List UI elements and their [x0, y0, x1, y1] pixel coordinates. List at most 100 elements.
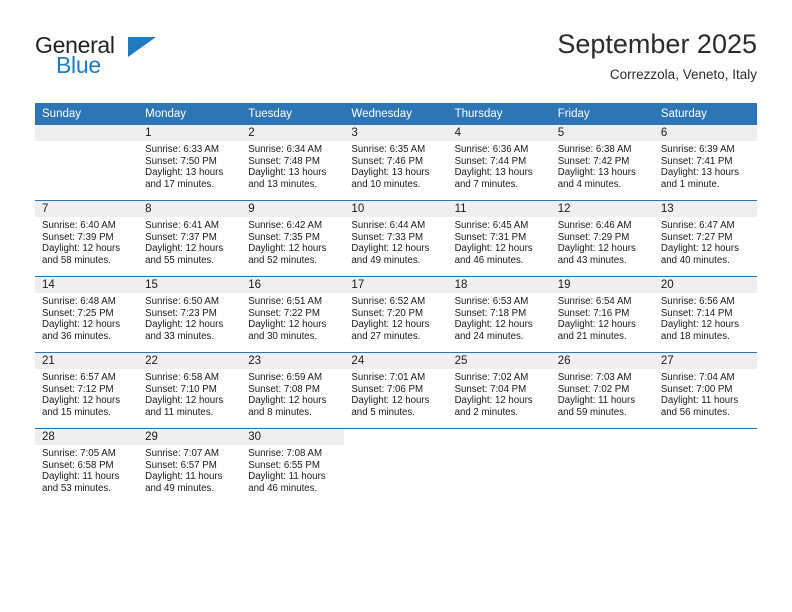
day-cell-content: 4 Sunrise: 6:36 AM Sunset: 7:44 PM Daylight…: [447, 125, 551, 200]
page-header: General Blue September 2025 Correzzola, …: [0, 0, 792, 100]
sunrise-text: Sunrise: 6:35 AM: [351, 144, 426, 155]
day-cell-content: [551, 429, 654, 504]
calendar-day-cell[interactable]: 22 Sunrise: 6:58 AM Sunset: 7:10 PM Dayligh…: [138, 352, 242, 429]
day-number: 8: [138, 201, 242, 217]
daylight-text: Daylight: 11 hours and 59 minutes.: [557, 395, 636, 418]
day-cell-content: 9 Sunrise: 6:42 AM Sunset: 7:35 PM Daylight…: [241, 201, 345, 276]
day-details: Sunrise: 6:44 AM Sunset: 7:33 PM Daylight:…: [344, 217, 447, 266]
calendar-day-cell[interactable]: 8 Sunrise: 6:41 AM Sunset: 7:37 PM Daylight…: [138, 200, 242, 277]
sunrise-text: Sunrise: 7:07 AM: [145, 448, 219, 459]
day-cell-content: 20 Sunrise: 6:56 AM Sunset: 7:14 PM Dayligh…: [653, 277, 757, 352]
calendar-day-cell[interactable]: 26 Sunrise: 7:03 AM Sunset: 7:02 PM Dayligh…: [550, 352, 654, 429]
day-number: 12: [550, 201, 654, 217]
weekday-header-thursday: Thursday: [447, 103, 551, 125]
calendar-empty-cell: [653, 428, 757, 504]
sunset-text: Sunset: 7:06 PM: [351, 383, 424, 395]
sunset-text: Sunset: 7:18 PM: [454, 307, 527, 319]
day-cell-content: 27 Sunrise: 7:04 AM Sunset: 7:00 PM Dayligh…: [653, 353, 757, 428]
sunset-text: Sunset: 7:22 PM: [248, 307, 320, 319]
sunrise-text: Sunrise: 6:56 AM: [660, 296, 735, 307]
sunrise-text: Sunrise: 7:08 AM: [248, 448, 323, 459]
calendar-day-cell[interactable]: 23 Sunrise: 6:59 AM Sunset: 7:08 PM Dayligh…: [241, 352, 345, 429]
sunset-text: Sunset: 7:00 PM: [660, 383, 733, 395]
calendar-day-cell[interactable]: 2 Sunrise: 6:34 AM Sunset: 7:48 PM Daylight…: [241, 125, 345, 201]
calendar-day-cell[interactable]: 18 Sunrise: 6:53 AM Sunset: 7:18 PM Dayligh…: [447, 276, 551, 353]
calendar-day-cell[interactable]: 20 Sunrise: 6:56 AM Sunset: 7:14 PM Dayligh…: [653, 276, 757, 353]
calendar-day-cell[interactable]: 29 Sunrise: 7:07 AM Sunset: 6:57 PM Dayligh…: [138, 428, 242, 504]
daylight-text: Daylight: 12 hours and 15 minutes.: [42, 395, 121, 418]
sunrise-text: Sunrise: 6:57 AM: [42, 372, 116, 383]
calendar-day-cell[interactable]: 24 Sunrise: 7:01 AM Sunset: 7:06 PM Dayligh…: [344, 352, 448, 429]
calendar-day-cell[interactable]: 7 Sunrise: 6:40 AM Sunset: 7:39 PM Daylight…: [35, 200, 139, 277]
calendar-day-cell[interactable]: 21 Sunrise: 6:57 AM Sunset: 7:12 PM Dayligh…: [35, 352, 139, 429]
calendar-day-cell[interactable]: 19 Sunrise: 6:54 AM Sunset: 7:16 PM Dayligh…: [550, 276, 654, 353]
sunrise-text: Sunrise: 6:46 AM: [557, 220, 632, 231]
day-number: 14: [35, 277, 139, 293]
day-number: 1: [138, 125, 242, 141]
day-details: Sunrise: 6:46 AM Sunset: 7:29 PM Daylight:…: [551, 217, 654, 266]
day-cell-content: 19 Sunrise: 6:54 AM Sunset: 7:16 PM Dayligh…: [550, 277, 654, 352]
calendar-day-cell[interactable]: 16 Sunrise: 6:51 AM Sunset: 7:22 PM Dayligh…: [241, 276, 345, 353]
daylight-text: Daylight: 13 hours and 17 minutes.: [145, 167, 224, 190]
day-details: Sunrise: 6:57 AM Sunset: 7:12 PM Daylight:…: [35, 369, 138, 418]
daylight-text: Daylight: 12 hours and 33 minutes.: [145, 319, 224, 342]
calendar-day-cell[interactable]: 15 Sunrise: 6:50 AM Sunset: 7:23 PM Dayligh…: [138, 276, 242, 353]
location-subtitle: Correzzola, Veneto, Italy: [609, 67, 757, 82]
daylight-text: Daylight: 12 hours and 58 minutes.: [42, 243, 121, 266]
logo-triangle-icon: [128, 37, 156, 57]
day-details: Sunrise: 6:48 AM Sunset: 7:25 PM Daylight:…: [35, 293, 138, 342]
daylight-text: Daylight: 12 hours and 52 minutes.: [248, 243, 327, 266]
weekday-header-monday: Monday: [138, 103, 242, 125]
day-number: 11: [447, 201, 551, 217]
sunrise-text: Sunrise: 7:01 AM: [351, 372, 426, 383]
sunset-text: Sunset: 6:55 PM: [248, 459, 320, 471]
sunset-text: Sunset: 7:37 PM: [145, 231, 217, 243]
calendar-day-cell[interactable]: 4 Sunrise: 6:36 AM Sunset: 7:44 PM Daylight…: [447, 125, 551, 201]
day-cell-content: 2 Sunrise: 6:34 AM Sunset: 7:48 PM Daylight…: [241, 125, 345, 200]
day-cell-content: 23 Sunrise: 6:59 AM Sunset: 7:08 PM Dayligh…: [241, 353, 345, 428]
calendar-day-cell[interactable]: 25 Sunrise: 7:02 AM Sunset: 7:04 PM Dayligh…: [447, 352, 551, 429]
day-cell-content: [654, 429, 757, 504]
daylight-text: Daylight: 12 hours and 5 minutes.: [351, 395, 430, 418]
day-details: Sunrise: 6:53 AM Sunset: 7:18 PM Daylight:…: [448, 293, 551, 342]
sunset-text: Sunset: 7:31 PM: [454, 231, 527, 243]
sunrise-text: Sunrise: 6:38 AM: [557, 144, 632, 155]
daylight-text: Daylight: 12 hours and 11 minutes.: [145, 395, 224, 418]
day-cell-content: 18 Sunrise: 6:53 AM Sunset: 7:18 PM Dayligh…: [447, 277, 551, 352]
daylight-text: Daylight: 13 hours and 7 minutes.: [454, 167, 533, 190]
day-number: 7: [35, 201, 139, 217]
general-blue-logo: General Blue: [35, 32, 165, 80]
logo-text-blue: Blue: [56, 52, 101, 78]
day-details: Sunrise: 7:07 AM Sunset: 6:57 PM Daylight:…: [138, 445, 241, 494]
day-cell-content: 21 Sunrise: 6:57 AM Sunset: 7:12 PM Dayligh…: [35, 353, 139, 428]
calendar-day-cell[interactable]: 14 Sunrise: 6:48 AM Sunset: 7:25 PM Dayligh…: [35, 276, 139, 353]
calendar-day-cell[interactable]: 10 Sunrise: 6:44 AM Sunset: 7:33 PM Dayligh…: [344, 200, 448, 277]
calendar-day-cell[interactable]: 28 Sunrise: 7:05 AM Sunset: 6:58 PM Dayligh…: [35, 428, 139, 504]
calendar-day-cell[interactable]: 3 Sunrise: 6:35 AM Sunset: 7:46 PM Daylight…: [344, 125, 448, 201]
sunrise-text: Sunrise: 6:42 AM: [248, 220, 323, 231]
daylight-text: Daylight: 12 hours and 36 minutes.: [42, 319, 121, 342]
sunrise-text: Sunrise: 6:40 AM: [42, 220, 116, 231]
calendar-empty-cell: [550, 428, 654, 504]
calendar-day-cell[interactable]: 1 Sunrise: 6:33 AM Sunset: 7:50 PM Daylight…: [138, 125, 242, 201]
calendar-day-cell[interactable]: 30 Sunrise: 7:08 AM Sunset: 6:55 PM Dayligh…: [241, 428, 345, 504]
calendar-day-cell[interactable]: 27 Sunrise: 7:04 AM Sunset: 7:00 PM Dayligh…: [653, 352, 757, 429]
calendar-day-cell[interactable]: 5 Sunrise: 6:38 AM Sunset: 7:42 PM Daylight…: [550, 125, 654, 201]
weekday-header-tuesday: Tuesday: [241, 103, 345, 125]
sunrise-text: Sunrise: 6:41 AM: [145, 220, 219, 231]
sunset-text: Sunset: 7:46 PM: [351, 155, 424, 167]
day-cell-content: 14 Sunrise: 6:48 AM Sunset: 7:25 PM Dayligh…: [35, 277, 139, 352]
day-details: Sunrise: 6:35 AM Sunset: 7:46 PM Daylight:…: [344, 141, 447, 190]
calendar-day-cell[interactable]: 13 Sunrise: 6:47 AM Sunset: 7:27 PM Dayligh…: [653, 200, 757, 277]
day-details: Sunrise: 6:59 AM Sunset: 7:08 PM Daylight:…: [241, 369, 344, 418]
calendar-day-cell[interactable]: 6 Sunrise: 6:39 AM Sunset: 7:41 PM Daylight…: [653, 125, 757, 201]
calendar-day-cell[interactable]: 9 Sunrise: 6:42 AM Sunset: 7:35 PM Daylight…: [241, 200, 345, 277]
day-cell-content: 10 Sunrise: 6:44 AM Sunset: 7:33 PM Dayligh…: [344, 201, 448, 276]
day-details: Sunrise: 6:47 AM Sunset: 7:27 PM Daylight:…: [654, 217, 757, 266]
sunrise-text: Sunrise: 6:47 AM: [660, 220, 735, 231]
calendar-day-cell[interactable]: 17 Sunrise: 6:52 AM Sunset: 7:20 PM Dayligh…: [344, 276, 448, 353]
calendar-day-cell[interactable]: 12 Sunrise: 6:46 AM Sunset: 7:29 PM Dayligh…: [550, 200, 654, 277]
calendar-day-cell[interactable]: 11 Sunrise: 6:45 AM Sunset: 7:31 PM Dayligh…: [447, 200, 551, 277]
day-number: 24: [344, 353, 448, 369]
sunset-text: Sunset: 7:10 PM: [145, 383, 217, 395]
